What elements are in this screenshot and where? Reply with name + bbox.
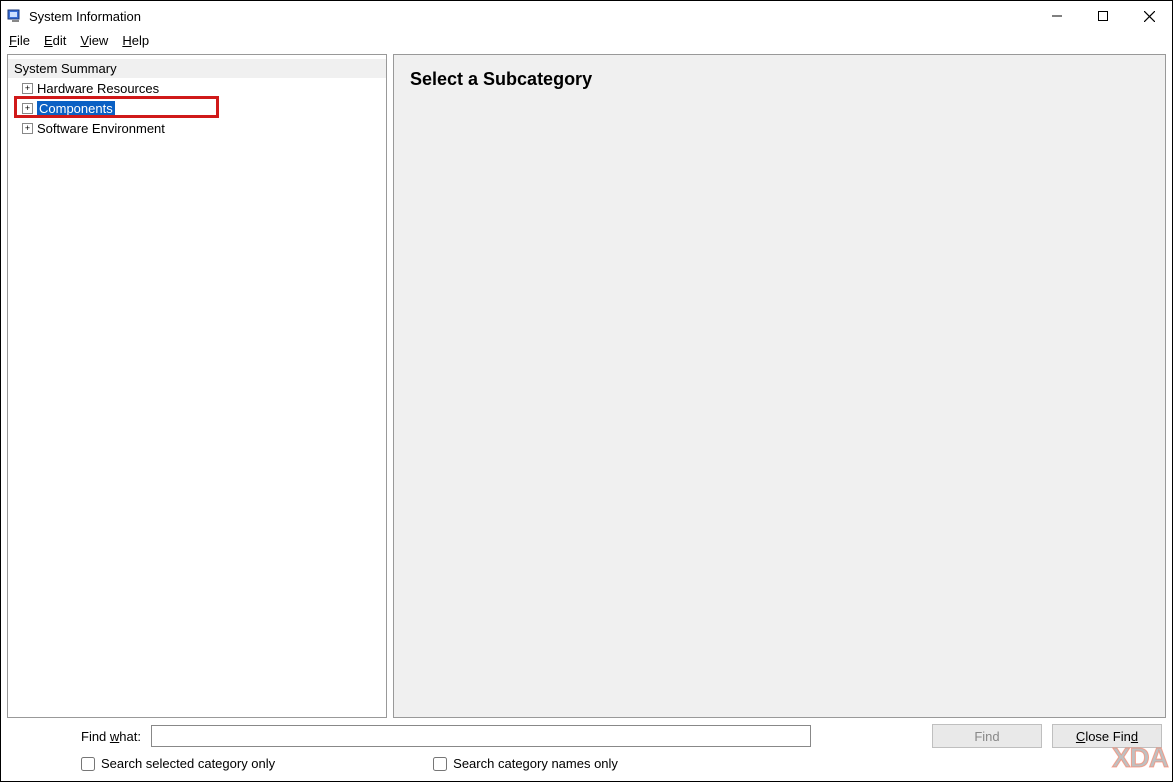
expand-icon[interactable]: + — [22, 103, 33, 114]
tree-item-software-environment[interactable]: + Software Environment — [8, 118, 386, 138]
tree-item-components[interactable]: + Components — [8, 98, 386, 118]
menu-view[interactable]: View — [80, 33, 108, 48]
watermark: XDA — [1112, 742, 1168, 774]
detail-heading: Select a Subcategory — [410, 69, 1149, 90]
minimize-button[interactable] — [1034, 1, 1080, 31]
menu-edit[interactable]: Edit — [44, 33, 66, 48]
tree-item-hardware-resources[interactable]: + Hardware Resources — [8, 78, 386, 98]
content-area: System Summary + Hardware Resources + Co… — [1, 52, 1172, 718]
expand-icon[interactable]: + — [22, 83, 33, 94]
menu-help[interactable]: Help — [122, 33, 149, 48]
maximize-button[interactable] — [1080, 1, 1126, 31]
tree-item-label: Software Environment — [37, 121, 165, 136]
titlebar: System Information — [1, 1, 1172, 31]
tree-item-label: Components — [37, 101, 115, 116]
expand-icon[interactable]: + — [22, 123, 33, 134]
search-category-names-checkbox[interactable]: Search category names only — [433, 756, 618, 771]
menubar: File Edit View Help — [1, 31, 1172, 52]
app-icon — [7, 8, 23, 24]
find-bar: Find what: Find Close Find Search select… — [1, 718, 1172, 778]
menu-file[interactable]: File — [9, 33, 30, 48]
find-button[interactable]: Find — [932, 724, 1042, 748]
search-selected-checkbox[interactable]: Search selected category only — [81, 756, 275, 771]
window-title: System Information — [29, 9, 141, 24]
tree-root[interactable]: System Summary — [8, 59, 386, 78]
detail-panel: Select a Subcategory — [393, 54, 1166, 718]
tree-item-label: Hardware Resources — [37, 81, 159, 96]
close-button[interactable] — [1126, 1, 1172, 31]
tree-panel: System Summary + Hardware Resources + Co… — [7, 54, 387, 718]
find-input[interactable] — [151, 725, 811, 747]
find-label: Find what: — [81, 729, 141, 744]
